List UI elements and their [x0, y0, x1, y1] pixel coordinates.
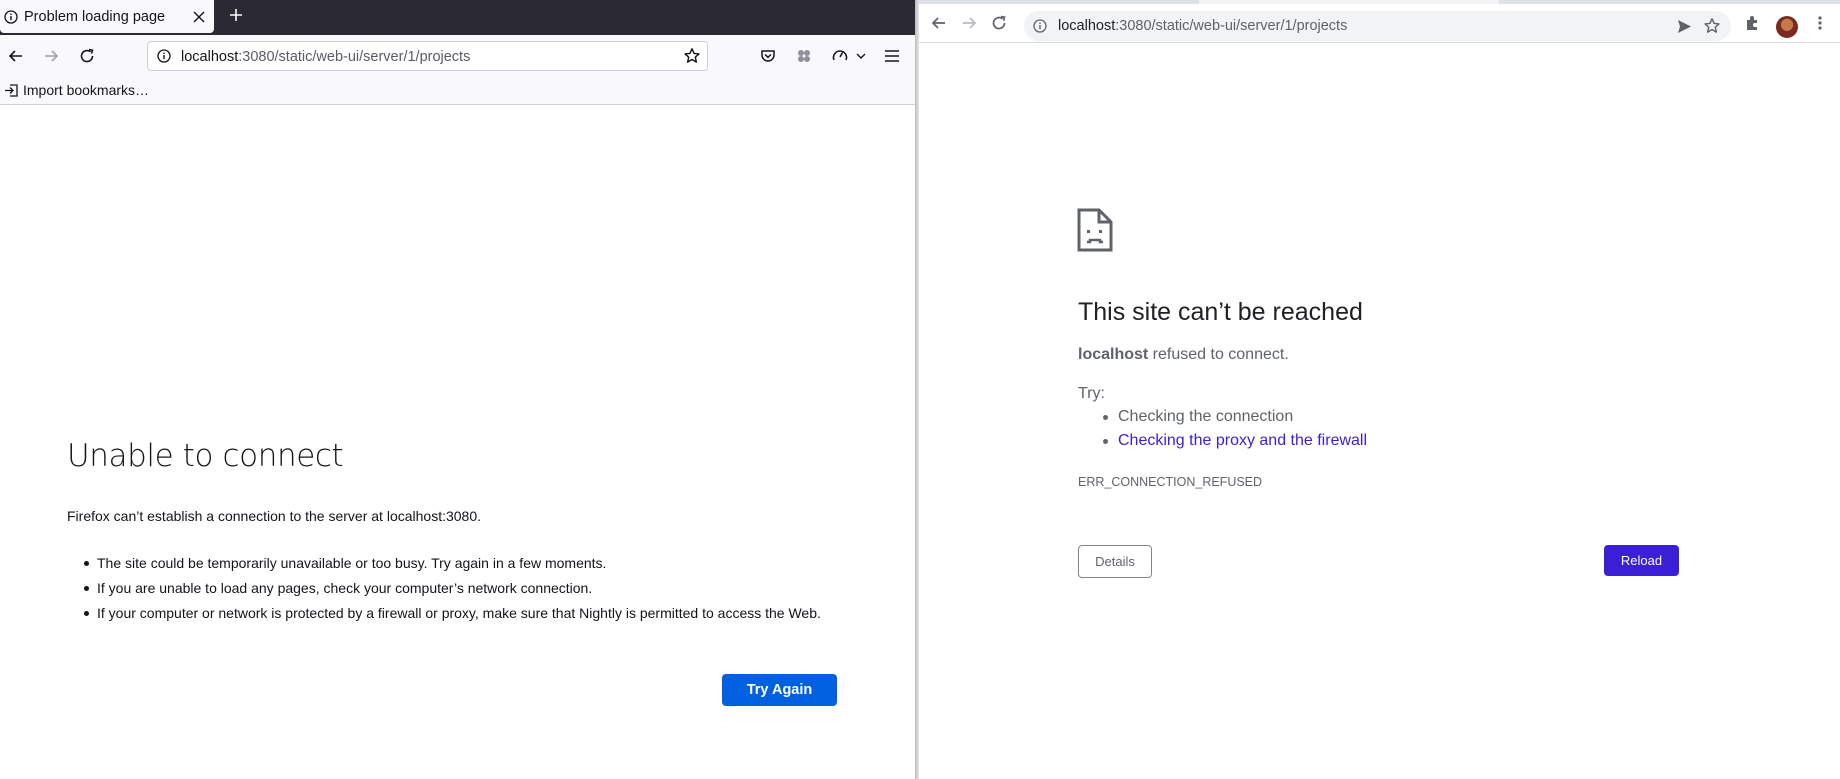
speedometer-icon[interactable]	[831, 47, 849, 65]
try-again-button[interactable]: Try Again	[722, 674, 837, 706]
reload-icon[interactable]	[990, 14, 1008, 32]
more-vert-icon[interactable]	[1816, 14, 1824, 32]
firefox-navigation-bar: localhost:3080/static/web-ui/server/1/pr…	[0, 35, 915, 76]
site-info-icon[interactable]	[1033, 19, 1047, 33]
error-host: localhost	[1078, 346, 1149, 363]
reload-icon[interactable]	[78, 47, 96, 65]
info-icon	[4, 9, 18, 24]
suggestion-item: Checking the connection	[1078, 408, 1367, 426]
forward-icon[interactable]	[960, 14, 978, 32]
import-bookmarks-link[interactable]: Import bookmarks…	[23, 82, 149, 98]
import-icon	[5, 84, 18, 97]
firefox-error-page: Unable to connect Firefox can’t establis…	[0, 106, 915, 779]
firefox-active-tab[interactable]: Problem loading page	[0, 0, 214, 33]
url-path: :3080/static/web-ui/server/1/projects	[238, 49, 471, 65]
error-message-text: refused to connect.	[1148, 346, 1289, 363]
error-message: localhost refused to connect.	[1078, 346, 1289, 364]
site-info-icon[interactable]	[157, 49, 171, 63]
firefox-tab-strip: Problem loading page	[0, 0, 915, 35]
chrome-toolbar: localhost:3080/static/web-ui/server/1/pr…	[919, 4, 1840, 43]
back-icon[interactable]	[930, 14, 948, 32]
firefox-url-bar[interactable]: localhost:3080/static/web-ui/server/1/pr…	[147, 41, 708, 71]
error-suggestions: The site could be temporarily unavailabl…	[67, 555, 847, 630]
extensions-icon[interactable]	[795, 47, 813, 65]
close-tab-icon[interactable]	[193, 11, 205, 23]
url-host: localhost	[181, 49, 239, 65]
back-icon[interactable]	[7, 47, 25, 65]
menu-icon[interactable]	[883, 47, 901, 65]
chrome-omnibox[interactable]: localhost:3080/static/web-ui/server/1/pr…	[1024, 11, 1731, 41]
try-label: Try:	[1078, 385, 1105, 402]
profile-avatar[interactable]	[1776, 16, 1798, 38]
error-suggestions: Checking the connection Checking the pro…	[1078, 408, 1367, 456]
new-tab-icon[interactable]	[227, 6, 245, 24]
reload-button[interactable]: Reload	[1604, 545, 1679, 576]
firefox-window: Problem loading page localhost:3080/stat…	[0, 0, 915, 779]
error-title: Unable to connect	[67, 438, 344, 474]
puzzle-icon[interactable]	[1743, 14, 1761, 32]
details-button[interactable]: Details	[1078, 545, 1152, 578]
bookmark-star-icon[interactable]	[1703, 17, 1721, 35]
bookmarks-toolbar: Import bookmarks…	[0, 76, 915, 105]
chrome-window: localhost:3080/static/web-ui/server/1/pr…	[919, 0, 1840, 779]
error-title: This site can’t be reached	[1078, 298, 1363, 326]
bookmark-star-icon[interactable]	[683, 47, 701, 65]
pocket-icon[interactable]	[759, 47, 777, 65]
sad-page-icon	[1077, 208, 1113, 252]
chevron-down-icon[interactable]	[855, 47, 867, 65]
error-code: ERR_CONNECTION_REFUSED	[1078, 475, 1263, 489]
error-description: Firefox can’t establish a connection to …	[67, 508, 482, 524]
url-host: localhost	[1058, 18, 1116, 34]
suggestion-item: If your computer or network is protected…	[67, 605, 847, 622]
forward-icon[interactable]	[42, 47, 60, 65]
screen: Problem loading page localhost:3080/stat…	[0, 0, 1840, 779]
suggestion-item: The site could be temporarily unavailabl…	[67, 555, 847, 572]
url-text: localhost:3080/static/web-ui/server/1/pr…	[1058, 18, 1347, 34]
proxy-firewall-link[interactable]: Checking the proxy and the firewall	[1078, 432, 1367, 450]
url-path: :3080/static/web-ui/server/1/projects	[1115, 18, 1348, 34]
send-icon[interactable]	[1676, 18, 1693, 35]
tab-title: Problem loading page	[24, 8, 166, 25]
suggestion-item: If you are unable to load any pages, che…	[67, 580, 847, 597]
url-text: localhost:3080/static/web-ui/server/1/pr…	[181, 49, 470, 65]
